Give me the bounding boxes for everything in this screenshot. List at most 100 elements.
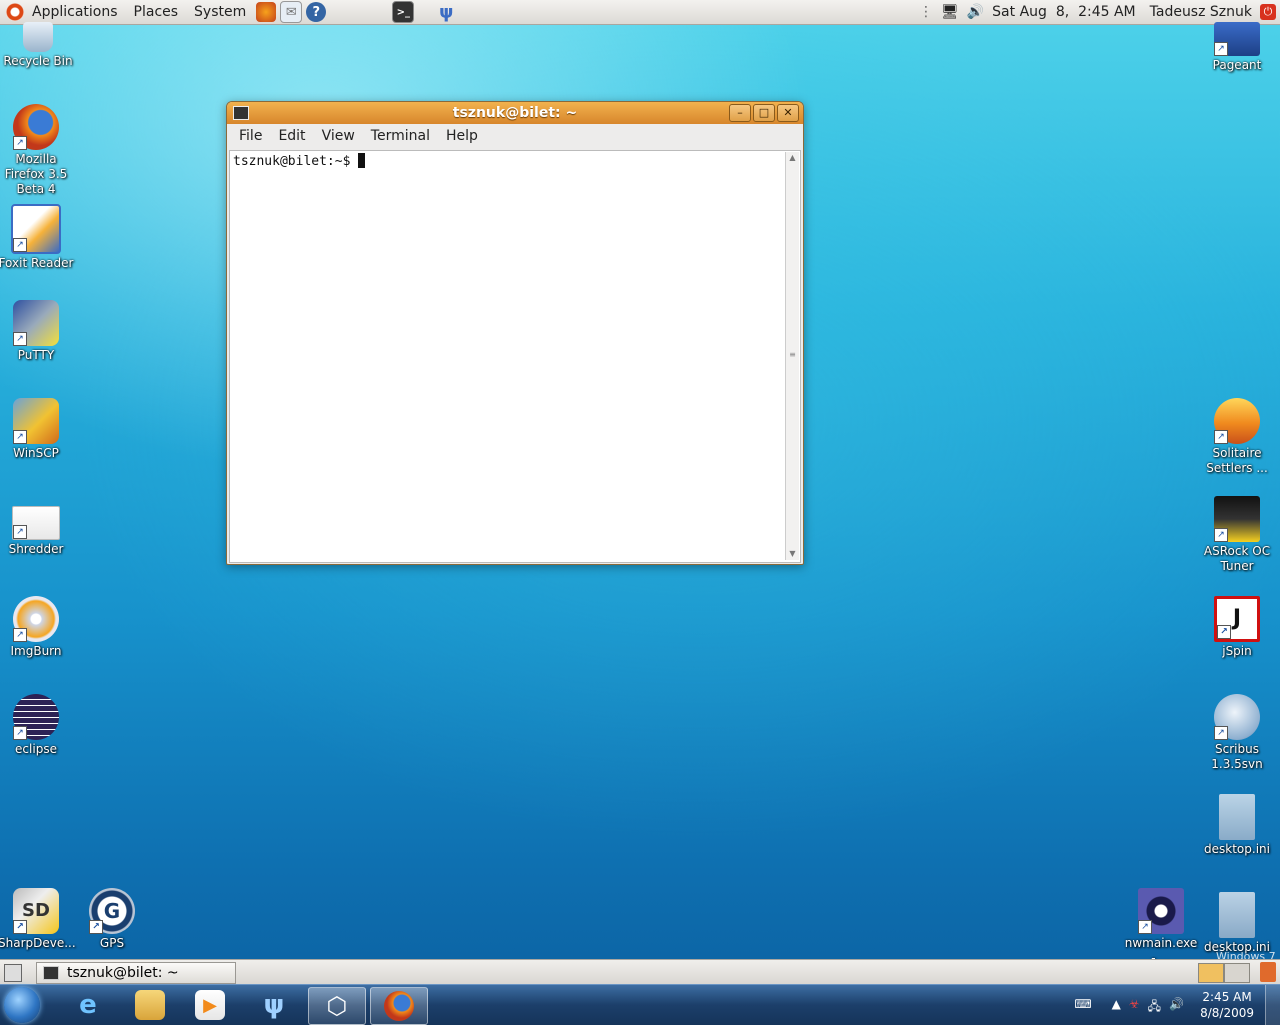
volume-icon[interactable]: 🔊: [967, 4, 984, 20]
show-desktop-icon[interactable]: [4, 964, 22, 982]
terminal-body[interactable]: tsznuk@bilet:~$ ▲ ≡ ▼: [229, 150, 801, 563]
desktop-icon-recycle-bin[interactable]: Recycle Bin: [0, 22, 76, 69]
network-icon[interactable]: 🖥: [941, 4, 959, 20]
gps-icon: G ↗: [89, 888, 135, 934]
desktop-icon-winscp[interactable]: ↗ WinSCP: [0, 398, 74, 461]
desktop-icon-eclipse[interactable]: ↗ eclipse: [0, 694, 74, 757]
desktop-icon-desktop-ini-2[interactable]: desktop.ini: [1199, 892, 1275, 955]
desktop-icon-asrock-oc-tuner[interactable]: ↗ ASRock OC Tuner: [1199, 496, 1275, 574]
winscp-icon: ↗: [13, 398, 59, 444]
menu-help[interactable]: Help: [438, 128, 486, 144]
desktop-icon-solitaire-settlers[interactable]: ↗ Solitaire Settlers ...: [1199, 398, 1275, 476]
pin-explorer[interactable]: [122, 987, 178, 1023]
start-button[interactable]: [4, 987, 40, 1023]
desktop-icon-label: eclipse: [15, 742, 57, 756]
drag-handle-icon: ⋮: [918, 4, 933, 20]
panel-clock[interactable]: Sat Aug 8, 2:45 AM: [992, 4, 1135, 20]
desktop-icon-jspin[interactable]: J ↗ jSpin: [1199, 596, 1275, 659]
desktop-icon-label: Mozilla Firefox 3.5 Beta 4: [4, 152, 68, 196]
show-hidden-icons-icon[interactable]: ▲: [1112, 997, 1121, 1018]
terminal-icon: [43, 966, 59, 980]
terminal-titlebar[interactable]: tsznuk@bilet: ~ – □ ✕: [227, 102, 803, 124]
maximize-button[interactable]: □: [753, 104, 775, 122]
desktop-icon-label: Shredder: [8, 542, 64, 556]
scribus-icon: ↗: [1214, 694, 1260, 740]
places-menu[interactable]: Places: [126, 0, 187, 24]
desktop-icon-label: ImgBurn: [10, 644, 62, 658]
vertical-scrollbar[interactable]: ▲ ≡ ▼: [785, 152, 799, 560]
terminal-launcher-icon[interactable]: >_: [392, 1, 415, 23]
desktop-icon-desktop-ini-1[interactable]: desktop.ini: [1199, 794, 1275, 857]
close-button[interactable]: ✕: [777, 104, 799, 122]
scroll-down-arrow-icon[interactable]: ▼: [786, 548, 799, 560]
power-icon[interactable]: ⏻: [1260, 4, 1276, 20]
network-icon[interactable]: 🖧: [1148, 997, 1161, 1018]
desktop-icon-shredder[interactable]: ↗ Shredder: [0, 506, 74, 557]
terminal-window[interactable]: tsznuk@bilet: ~ – □ ✕ File Edit View Ter…: [226, 101, 804, 565]
ubuntu-logo-icon[interactable]: [6, 3, 24, 21]
system-menu[interactable]: System: [186, 0, 254, 24]
bottom-panel: tsznuk@bilet: ~: [0, 959, 1280, 985]
desktop-icon-label: GPS: [99, 936, 125, 950]
scroll-up-arrow-icon[interactable]: ▲: [786, 152, 799, 164]
taskbar-date: 8/8/2009: [1200, 1006, 1254, 1020]
sharpdevelop-icon: SD ↗: [13, 888, 59, 934]
envelope-icon: ↗: [12, 506, 60, 540]
minimize-button[interactable]: –: [729, 104, 751, 122]
desktop-icon-label: Foxit Reader: [0, 256, 74, 270]
firefox-launcher-icon[interactable]: [256, 2, 277, 22]
top-panel: Applications Places System ✉ ? >_ ψ ⋮ 🖥 …: [0, 0, 1280, 25]
desktop-icon-nwmain[interactable]: ↗ nwmain.exe - ...: [1123, 888, 1199, 966]
pin-virtualbox[interactable]: ⬡: [308, 987, 366, 1025]
terminal-icon[interactable]: [233, 106, 249, 120]
psi-launcher-icon[interactable]: ψ: [436, 2, 456, 23]
media-player-icon: ▶: [195, 990, 225, 1020]
folder-icon: [135, 990, 165, 1020]
psi-icon: ψ: [263, 990, 285, 1020]
menu-view[interactable]: View: [314, 128, 363, 144]
desktop-icon-label: WinSCP: [13, 446, 59, 460]
taskbar-terminal-button[interactable]: tsznuk@bilet: ~: [36, 962, 236, 984]
eclipse-icon: ↗: [13, 694, 59, 740]
pin-media-player[interactable]: ▶: [182, 987, 238, 1023]
volume-icon[interactable]: 🔊: [1169, 997, 1184, 1018]
desktop-icon-scribus[interactable]: ↗ Scribus 1.3.5svn: [1199, 694, 1275, 772]
desktop-icon-label: desktop.ini: [1204, 842, 1270, 856]
desktop-icon-pageant[interactable]: ↗ Pageant: [1199, 22, 1275, 73]
desktop-icon-putty[interactable]: ↗ PuTTY: [0, 300, 74, 363]
scroll-grip-icon[interactable]: ≡: [786, 350, 799, 359]
window-title: tsznuk@bilet: ~: [452, 105, 578, 121]
desktop-icon-imgburn[interactable]: ↗ ImgBurn: [0, 596, 74, 659]
pin-internet-explorer[interactable]: e: [60, 987, 116, 1023]
firefox-icon: [384, 991, 414, 1021]
taskbar-clock[interactable]: 2:45 AM 8/8/2009: [1200, 989, 1254, 1021]
menu-file[interactable]: File: [231, 128, 270, 144]
settings-file-icon: [1219, 794, 1255, 840]
desktop-icon-sharpdevelop[interactable]: SD ↗ SharpDeve...: [0, 888, 76, 951]
jspin-icon: J ↗: [1214, 596, 1260, 642]
user-name[interactable]: Tadeusz Sznuk: [1150, 4, 1252, 20]
pageant-icon: ↗: [1214, 22, 1260, 56]
desktop-icon-foxit-reader[interactable]: ↗ Foxit Reader: [0, 204, 74, 271]
security-icon[interactable]: ☣: [1129, 997, 1140, 1018]
menu-terminal[interactable]: Terminal: [363, 128, 438, 144]
pin-firefox[interactable]: [370, 987, 428, 1025]
keyboard-icon[interactable]: ⌨: [1074, 997, 1091, 1018]
mail-launcher-icon[interactable]: ✉: [280, 1, 303, 23]
desktop-icon-firefox[interactable]: ↗ Mozilla Firefox 3.5 Beta 4: [0, 104, 74, 197]
task-label: tsznuk@bilet: ~: [67, 965, 179, 981]
pin-psi[interactable]: ψ: [246, 987, 302, 1023]
show-desktop-button[interactable]: [1265, 985, 1280, 1025]
help-launcher-icon[interactable]: ?: [306, 2, 327, 22]
applications-menu[interactable]: Applications: [24, 0, 126, 24]
menu-edit[interactable]: Edit: [270, 128, 313, 144]
virtualbox-icon: ⬡: [326, 992, 348, 1020]
workspace-1[interactable]: [1198, 963, 1224, 983]
desktop-icon-gps[interactable]: G ↗ GPS: [74, 888, 150, 951]
desktop-icon-label: Solitaire Settlers ...: [1206, 446, 1268, 475]
workspace-2[interactable]: [1224, 963, 1250, 983]
terminal-menubar: File Edit View Terminal Help: [227, 124, 803, 148]
desktop-icon-label: SharpDeve...: [0, 936, 76, 950]
desktop-icon-label: jSpin: [1222, 644, 1252, 658]
trash-icon[interactable]: [1260, 962, 1276, 982]
